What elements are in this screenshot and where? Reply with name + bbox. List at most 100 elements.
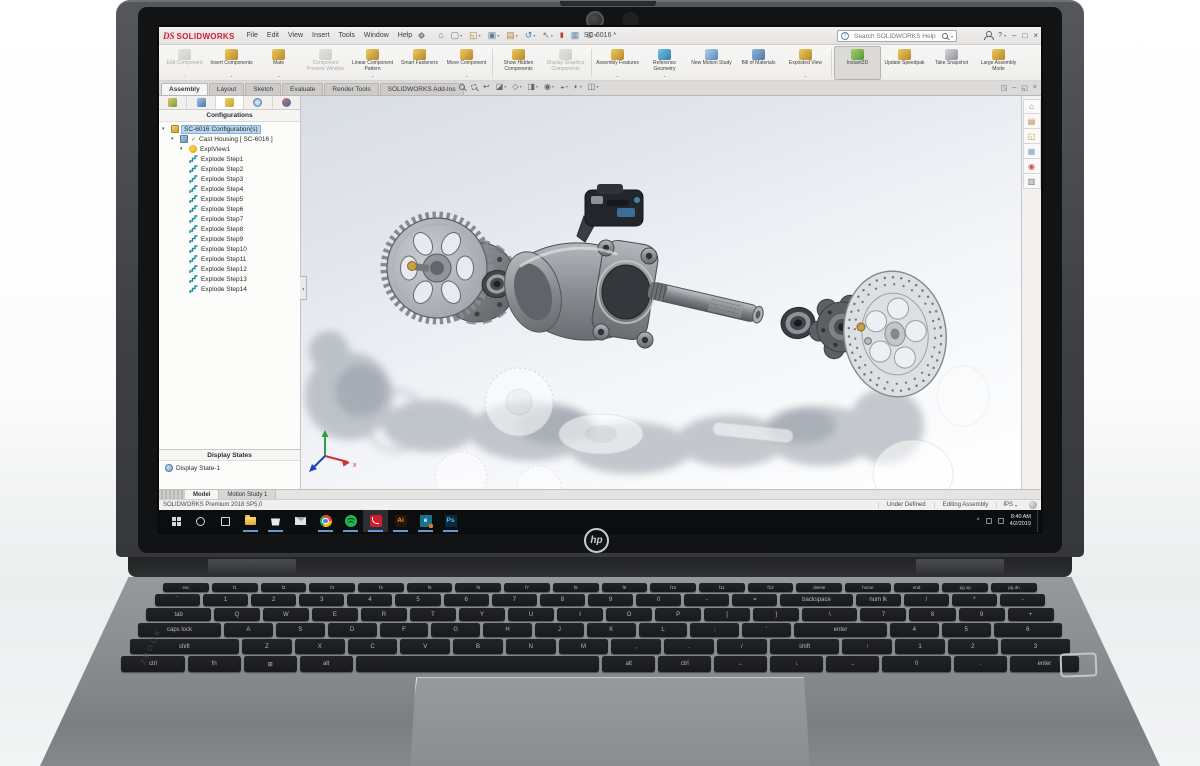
undo-button[interactable]: ↺▾ <box>525 31 536 40</box>
key-g[interactable]: G <box>431 623 480 637</box>
key-1[interactable]: 1 <box>895 639 945 654</box>
key-period[interactable]: . <box>954 656 1007 672</box>
new-document-button[interactable]: ▢▾ <box>451 31 463 40</box>
key-u[interactable]: U <box>508 608 554 621</box>
key-tab[interactable]: tab <box>146 608 210 621</box>
cad-brake-disc[interactable] <box>836 265 955 404</box>
file-explorer-button[interactable] <box>238 510 263 532</box>
key-slash[interactable]: / <box>717 639 767 654</box>
key-3[interactable]: 3 <box>1001 639 1071 654</box>
display-state-label[interactable]: Display State-1 <box>176 465 220 472</box>
appearances-icon[interactable]: ◉ <box>1023 159 1041 174</box>
design-library-icon[interactable]: ▤ <box>1023 114 1041 129</box>
key-backslash[interactable]: \ <box>802 608 857 621</box>
menu-help[interactable]: Help <box>398 32 412 39</box>
zoom-to-fit-icon[interactable] <box>459 84 465 90</box>
root-configuration-label[interactable]: SC-6016 Configuration(s) <box>182 126 260 133</box>
tree-row-explode-step-4[interactable]: Explode Step4 <box>159 184 300 194</box>
restore-ic[interactable]: □ <box>1022 31 1027 40</box>
spotify-button[interactable] <box>338 510 363 532</box>
solidworks-button[interactable] <box>363 510 388 532</box>
tree-row-explode-step-10[interactable]: Explode Step10 <box>159 244 300 254</box>
menu-view[interactable]: View <box>288 32 303 39</box>
previous-view-icon[interactable]: ↩ <box>483 83 490 91</box>
task-view-button[interactable] <box>213 510 238 532</box>
key-1[interactable]: 1 <box>203 594 248 606</box>
search-box[interactable]: ? ▾ <box>837 30 957 42</box>
key-home[interactable]: home <box>845 583 891 592</box>
cad-bolt[interactable] <box>865 338 872 345</box>
key-6[interactable]: 6 <box>444 594 489 606</box>
key-9[interactable]: 9 <box>588 594 633 606</box>
key-x[interactable]: X <box>295 639 345 654</box>
key-f7[interactable]: f7 <box>504 583 550 592</box>
key-f10[interactable]: f10 <box>650 583 696 592</box>
tree-row-explode-step-11[interactable]: Explode Step11 <box>159 254 300 264</box>
key-f3[interactable]: f3 <box>309 583 355 592</box>
key-comma[interactable]: , <box>611 639 661 654</box>
home-button[interactable]: ⌂ <box>438 31 443 40</box>
custom-properties-icon[interactable]: ▥ <box>1023 174 1041 189</box>
key-3[interactable]: 3 <box>299 594 344 606</box>
key-f[interactable]: F <box>380 623 429 637</box>
tree-row-explode-step-3[interactable]: Explode Step3 <box>159 174 300 184</box>
tree-row-explode-step-14[interactable]: Explode Step14 <box>159 284 300 294</box>
key-l[interactable]: L <box>639 623 688 637</box>
expander-icon[interactable]: ▾ <box>171 136 177 142</box>
key-end[interactable]: end <box>894 583 940 592</box>
pin-icon[interactable] <box>418 32 425 39</box>
cad-cast-housing[interactable] <box>496 238 660 348</box>
tree-row-explode-step-8[interactable]: Explode Step8 <box>159 224 300 234</box>
key-t[interactable]: T <box>410 608 456 621</box>
key-f4[interactable]: f4 <box>358 583 404 592</box>
key-c[interactable]: C <box>348 639 398 654</box>
key-m[interactable]: M <box>559 639 609 654</box>
select-button[interactable]: ↖▾ <box>542 31 553 40</box>
key-q[interactable]: Q <box>214 608 260 621</box>
key-0[interactable]: 0 <box>882 656 951 672</box>
insert-components-button[interactable]: Insert Components⌄ <box>208 46 255 80</box>
open-button[interactable]: ◱▾ <box>469 31 481 40</box>
tree-row-explode-step-9[interactable]: Explode Step9 <box>159 234 300 244</box>
tab-scroll-buttons[interactable] <box>159 490 185 499</box>
tab-evaluate[interactable]: Evaluate <box>282 83 323 95</box>
illustrator-button[interactable]: Ai <box>388 510 413 532</box>
tree-row-explode-step-13[interactable]: Explode Step13 <box>159 274 300 284</box>
key-ctrl[interactable]: ctrl <box>121 656 185 672</box>
tab-solidworks-add-ins[interactable]: SOLIDWORKS Add-Ins <box>380 83 464 95</box>
cad-bolt[interactable] <box>857 323 865 331</box>
key-j[interactable]: J <box>535 623 584 637</box>
close-ic[interactable]: × <box>1033 31 1038 40</box>
tray-icon[interactable] <box>986 518 992 524</box>
update-speedpak-button[interactable]: Update Speedpak <box>881 46 928 80</box>
key-w[interactable]: W <box>263 608 309 621</box>
key-8[interactable]: 8 <box>909 608 955 621</box>
menu-edit[interactable]: Edit <box>267 32 279 39</box>
tab-dimxpert[interactable] <box>244 96 272 109</box>
edrawings-publish-button[interactable]: ▮ <box>560 32 564 39</box>
file-explorer-icon[interactable]: ◱ <box>1023 129 1041 144</box>
key-d[interactable]: D <box>328 623 377 637</box>
key-y[interactable]: Y <box>459 608 505 621</box>
key-v[interactable]: V <box>400 639 450 654</box>
tab-model[interactable]: Model <box>185 490 219 499</box>
key-a[interactable]: A <box>224 623 273 637</box>
options-button[interactable]: ⊛▾ <box>586 31 597 40</box>
print-button[interactable]: ▤▾ <box>506 31 518 40</box>
start-button[interactable] <box>163 510 188 532</box>
move-component-button[interactable]: Move Component⌄ <box>443 46 490 80</box>
key-2[interactable]: 2 <box>948 639 998 654</box>
view-settings-icon[interactable]: ◫▾ <box>588 83 599 91</box>
touchpad[interactable] <box>410 677 810 766</box>
reference-geometry-button[interactable]: Reference Geometry⌄ <box>641 46 688 80</box>
section-view-icon[interactable]: ◪▾ <box>496 83 507 91</box>
key-asterisk[interactable]: * <box>952 594 997 606</box>
key-2[interactable]: 2 <box>251 594 296 606</box>
save-button[interactable]: ▣▾ <box>488 31 500 40</box>
hide-show-items-icon[interactable]: ◉▾ <box>544 83 554 91</box>
key-fn[interactable]: fn <box>188 656 241 672</box>
apply-scene-icon[interactable]: ◐▾ <box>574 83 582 91</box>
edrawings-button[interactable]: e <box>413 510 438 532</box>
key-4[interactable]: 4 <box>890 623 939 637</box>
expander-icon[interactable]: ▾ <box>180 146 186 152</box>
